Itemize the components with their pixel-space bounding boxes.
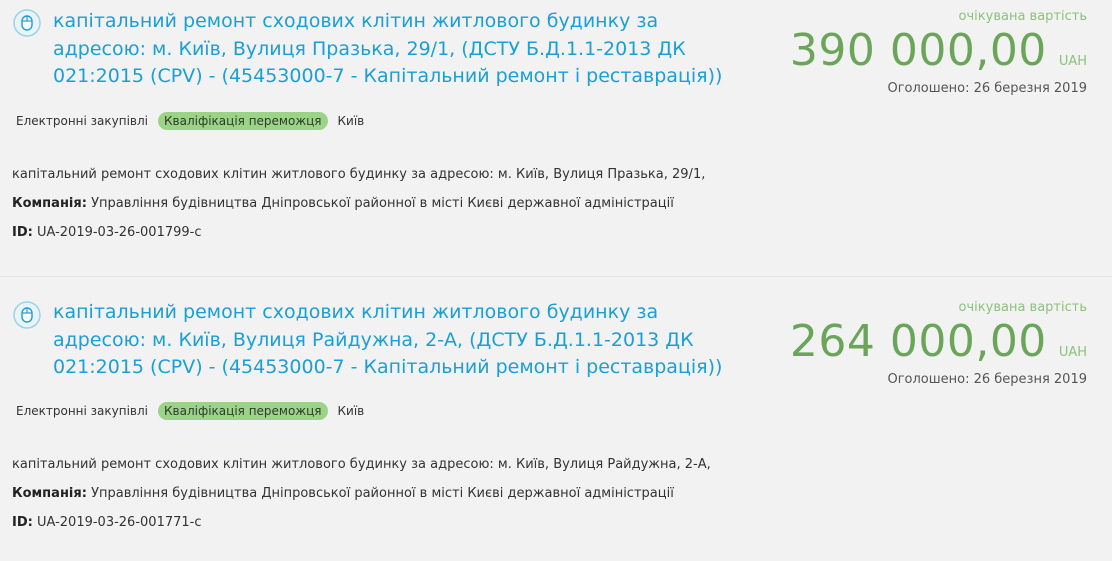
company-row: Компанія: Управління будівництва Дніпров… [12, 189, 1100, 218]
expected-value-label: очікувана вартість [958, 9, 1087, 24]
tender-id: UA-2019-03-26-001799-c [36, 225, 202, 240]
announced-date: Оголошено: 26 березня 2019 [887, 372, 1087, 387]
status-badge: Кваліфікація переможця [158, 112, 328, 130]
tender-title-link[interactable]: капітальний ремонт сходових клітин житло… [53, 299, 733, 382]
price-amount: 264 000,00 [789, 316, 1047, 367]
tender-description: капітальний ремонт сходових клітин житло… [12, 457, 711, 472]
company-name: Управління будівництва Дніпровської райо… [91, 196, 674, 211]
computer-mouse-icon [13, 301, 41, 329]
tender-title-link[interactable]: капітальний ремонт сходових клітин житло… [53, 8, 733, 91]
id-label: ID: [12, 225, 33, 240]
city-tag: Київ [337, 404, 365, 418]
procurement-type-tag: Електронні закупівлі [16, 404, 149, 418]
company-name: Управління будівництва Дніпровської райо… [91, 486, 674, 501]
id-label: ID: [12, 515, 33, 530]
price-currency: UAH [1058, 345, 1087, 360]
tender-header: капітальний ремонт сходових клітин житло… [12, 0, 1100, 110]
tender-description: капітальний ремонт сходових клітин житло… [12, 167, 706, 182]
price-block: очікувана вартість 264 000,00 UAH Оголоше… [767, 299, 1087, 387]
id-row: ID: UA-2019-03-26-001799-c [12, 218, 1100, 247]
price-row: 390 000,00 UAH [767, 27, 1087, 75]
price-currency: UAH [1058, 54, 1087, 69]
tender-header: капітальний ремонт сходових клітин житло… [12, 277, 1100, 387]
tender-details: капітальний ремонт сходових клітин житло… [12, 450, 1100, 537]
price-amount: 390 000,00 [789, 25, 1047, 76]
tender-details: капітальний ремонт сходових клітин житло… [12, 160, 1100, 247]
status-badge: Кваліфікація переможця [158, 402, 328, 420]
tender-card: капітальний ремонт сходових клітин житло… [0, 0, 1112, 276]
price-block: очікувана вартість 390 000,00 UAH Оголоше… [767, 8, 1087, 96]
expected-value-label: очікувана вартість [958, 300, 1087, 315]
computer-mouse-icon [13, 9, 41, 37]
city-tag: Київ [337, 114, 365, 128]
company-row: Компанія: Управління будівництва Дніпров… [12, 479, 1100, 508]
tender-id: UA-2019-03-26-001771-c [36, 515, 202, 530]
id-row: ID: UA-2019-03-26-001771-c [12, 508, 1100, 537]
company-label: Компанія: [12, 486, 87, 501]
procurement-type-tag: Електронні закупівлі [16, 114, 149, 128]
announced-date: Оголошено: 26 березня 2019 [887, 81, 1087, 96]
company-label: Компанія: [12, 196, 87, 211]
tender-tags: Електронні закупівлі Кваліфікація перемо… [16, 400, 1100, 422]
price-row: 264 000,00 UAH [767, 318, 1087, 366]
tender-card: капітальний ремонт сходових клітин житло… [0, 276, 1112, 561]
tender-tags: Електронні закупівлі Кваліфікація перемо… [16, 110, 1100, 132]
